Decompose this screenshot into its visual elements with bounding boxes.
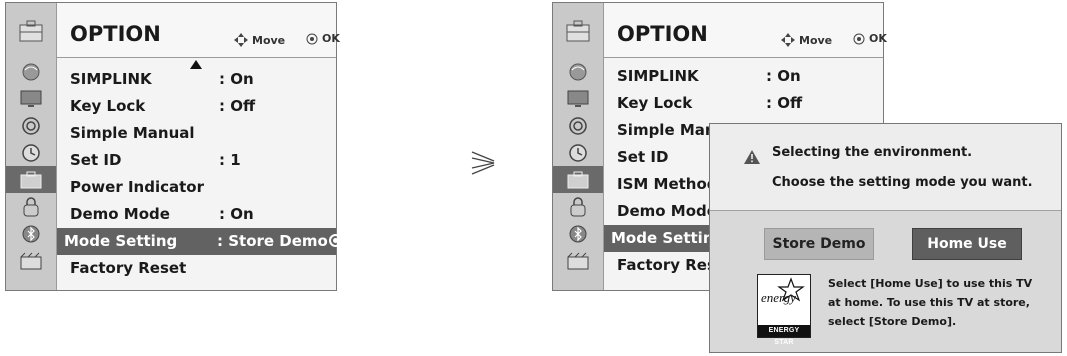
- category-sidebar: [553, 3, 604, 290]
- move-arrows-icon: [781, 33, 795, 47]
- row-label: Factory Reset: [70, 259, 187, 277]
- ok-button-icon: [853, 33, 865, 44]
- menu-row-key-lock[interactable]: Key Lock : Off: [604, 90, 883, 117]
- clock-icon[interactable]: [553, 139, 603, 166]
- row-label: Key Lock: [617, 94, 693, 112]
- mode-setting-dialog: Selecting the environment. Choose the se…: [709, 123, 1062, 353]
- menu-row-simple-manual[interactable]: Simple Manual: [57, 120, 336, 147]
- home-use-button[interactable]: Home Use: [912, 228, 1022, 260]
- menu-title: OPTION: [70, 22, 161, 46]
- ok-hint: OK: [306, 32, 340, 45]
- lock-icon[interactable]: [553, 193, 603, 220]
- menu-title: OPTION: [617, 22, 708, 46]
- option-category-icon: [553, 3, 603, 58]
- picture-icon[interactable]: [6, 85, 56, 112]
- dialog-note: Select [Home Use] to use this TV at home…: [828, 277, 1033, 328]
- row-value: : 1: [219, 151, 241, 169]
- dialog-message-line2: Choose the setting mode you want.: [772, 175, 1033, 190]
- menu-row-key-lock[interactable]: Key Lock : Off: [57, 93, 336, 120]
- next-step-arrow-icon: [471, 151, 495, 175]
- row-value: : Off: [766, 94, 803, 112]
- move-hint-label: Move: [252, 33, 286, 47]
- energy-star-logo: energy ENERGY STAR: [757, 274, 811, 346]
- antenna-icon[interactable]: [553, 58, 603, 85]
- ok-indicator-icon: [328, 234, 342, 247]
- row-label: Simple Manual: [70, 124, 195, 142]
- row-value: : On: [219, 70, 254, 88]
- audio-icon[interactable]: [6, 112, 56, 139]
- move-arrows-icon: [234, 33, 248, 47]
- row-value: : On: [766, 67, 801, 85]
- ok-hint-label: OK: [322, 32, 340, 45]
- dialog-message-line1: Selecting the environment.: [772, 145, 973, 160]
- row-label: Set ID: [617, 148, 669, 166]
- bluetooth-icon[interactable]: [6, 220, 56, 247]
- row-value: : On: [219, 205, 254, 223]
- menu-row-demo-mode[interactable]: Demo Mode : On: [57, 201, 336, 228]
- menu-row-mode-setting[interactable]: Mode Setting : Store Demo: [57, 228, 342, 255]
- warning-icon: [744, 150, 760, 164]
- row-label: Simple Man: [617, 121, 716, 139]
- row-label: Mode Setting: [64, 232, 178, 250]
- energy-star-label: ENERGY STAR: [758, 325, 810, 346]
- menu-row-set-id[interactable]: Set ID : 1: [57, 147, 336, 174]
- ok-button-icon: [306, 33, 318, 44]
- option-category-icon: [6, 3, 56, 58]
- menu-header: OPTION Move OK: [57, 3, 340, 58]
- menu-header: OPTION Move OK: [604, 3, 887, 58]
- move-hint: Move: [780, 32, 832, 48]
- picture-icon[interactable]: [553, 85, 603, 112]
- menu-row-simplink[interactable]: SIMPLINK : On: [57, 66, 336, 93]
- row-label: ISM Method: [617, 175, 718, 193]
- move-hint: Move: [233, 32, 285, 48]
- audio-icon[interactable]: [553, 112, 603, 139]
- menu-row-simplink[interactable]: SIMPLINK : On: [604, 63, 883, 90]
- category-sidebar: [6, 3, 57, 290]
- row-label: Demo Mode: [617, 202, 717, 220]
- row-value: : Off: [219, 97, 256, 115]
- option-menu-left: OPTION Move OK SIMPLINK : On Key Lock : Of…: [5, 2, 342, 291]
- move-hint-label: Move: [799, 33, 833, 47]
- ok-hint: OK: [853, 32, 887, 45]
- option-icon[interactable]: [6, 166, 56, 193]
- row-label: Mode Setting: [611, 229, 725, 247]
- row-label: Power Indicator: [70, 178, 204, 196]
- row-label: Set ID: [70, 151, 122, 169]
- store-demo-button[interactable]: Store Demo: [764, 228, 874, 260]
- menu-row-factory-reset[interactable]: Factory Reset: [57, 255, 336, 282]
- bluetooth-icon[interactable]: [553, 220, 603, 247]
- menu-list: SIMPLINK : On Key Lock : Off Simple Manual…: [57, 66, 342, 282]
- dialog-message-area: Selecting the environment. Choose the se…: [710, 124, 1061, 211]
- ok-hint-label: OK: [869, 32, 887, 45]
- media-icon[interactable]: [553, 247, 603, 274]
- row-label: SIMPLINK: [70, 70, 152, 88]
- menu-row-power-indicator[interactable]: Power Indicator: [57, 174, 336, 201]
- row-label: SIMPLINK: [617, 67, 699, 85]
- clock-icon[interactable]: [6, 139, 56, 166]
- row-label: Key Lock: [70, 97, 146, 115]
- energy-script-text: energy: [761, 290, 796, 305]
- row-value-with-ok: : Store Demo: [217, 232, 342, 250]
- row-label: Demo Mode: [70, 205, 170, 223]
- row-value: : Store Demo: [217, 232, 328, 250]
- lock-icon[interactable]: [6, 193, 56, 220]
- media-icon[interactable]: [6, 247, 56, 274]
- option-icon[interactable]: [553, 166, 603, 193]
- antenna-icon[interactable]: [6, 58, 56, 85]
